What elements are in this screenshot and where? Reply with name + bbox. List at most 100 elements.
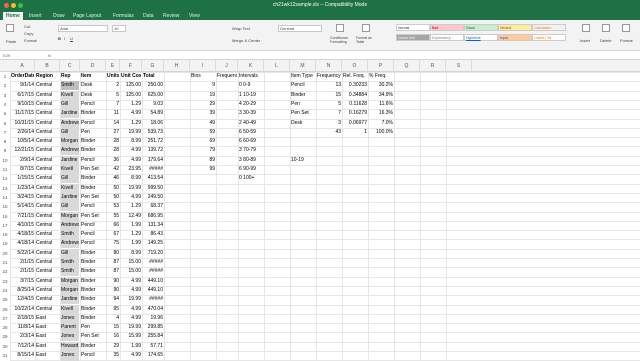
cell-o2[interactable]: 0.30233 <box>343 81 367 90</box>
formula-input[interactable] <box>58 52 638 59</box>
cell-a31[interactable]: 8/15/14 <box>11 351 34 360</box>
row-header-2[interactable]: 2 <box>0 81 10 90</box>
cell-f15[interactable]: 1.29 <box>121 202 141 211</box>
column-header-l[interactable]: L <box>264 60 290 72</box>
cell-i5[interactable]: 39 <box>191 109 215 118</box>
cell-k12[interactable]: 0 100+ <box>239 174 263 183</box>
cell-d9[interactable]: Binder <box>81 146 105 155</box>
cell-d28[interactable]: Pen <box>81 323 105 332</box>
row-header-20[interactable]: 20 <box>0 249 10 258</box>
row-header-6[interactable]: 6 <box>0 119 10 128</box>
cell-a23[interactable]: 3/7/15 <box>11 277 34 286</box>
merge-center-button[interactable]: Merge & Center <box>232 38 260 43</box>
cell-f21[interactable]: 15.00 <box>121 258 141 267</box>
format-cells-icon[interactable] <box>622 24 630 32</box>
row-header-11[interactable]: 11 <box>0 165 10 174</box>
column-header-e[interactable]: E <box>106 60 120 72</box>
cell-d23[interactable]: Binder <box>81 277 105 286</box>
cell-g1[interactable]: Total <box>143 72 163 81</box>
cell-b1[interactable]: Region <box>36 72 59 81</box>
column-header-j[interactable]: J <box>216 60 238 72</box>
cell-e18[interactable]: 67 <box>107 230 119 239</box>
format-as-table-button[interactable]: Format as Table <box>356 36 378 44</box>
cell-b25[interactable]: Central <box>36 295 59 304</box>
format-as-table-icon[interactable] <box>362 24 370 32</box>
cell-c14[interactable]: Jardine <box>61 192 79 202</box>
row-header-17[interactable]: 17 <box>0 221 10 230</box>
cell-g14[interactable]: 249.50 <box>143 193 163 202</box>
cell-c4[interactable]: Gill <box>61 99 79 109</box>
cell-f27[interactable]: 4.99 <box>121 314 141 323</box>
cell-f19[interactable]: 1.99 <box>121 239 141 248</box>
cell-e29[interactable]: 16 <box>107 332 119 341</box>
cell-p4[interactable]: 11.6% <box>369 100 393 109</box>
cell-m4[interactable]: Pen <box>291 100 315 109</box>
cell-m2[interactable]: Pencil <box>291 81 315 90</box>
delete-cells-button[interactable]: Delete <box>600 38 612 43</box>
cell-e15[interactable]: 53 <box>107 202 119 211</box>
number-format-select[interactable]: General <box>278 25 322 32</box>
cell-b28[interactable]: East <box>36 323 59 332</box>
cell-g19[interactable]: 149.25 <box>143 239 163 248</box>
cell-f9[interactable]: 4.99 <box>121 146 141 155</box>
row-header-31[interactable]: 31 <box>0 351 10 360</box>
cell-e28[interactable]: 15 <box>107 323 119 332</box>
cell-e1[interactable]: Units <box>107 72 119 81</box>
insert-cells-icon[interactable] <box>582 24 590 32</box>
conditional-formatting-icon[interactable] <box>336 24 344 32</box>
column-header-q[interactable]: Q <box>394 60 420 72</box>
cell-e6[interactable]: 14 <box>107 119 119 128</box>
format-painter-button[interactable]: Format <box>24 38 37 43</box>
font-name-select[interactable]: Arial <box>58 25 108 32</box>
cell-c24[interactable]: Morgan <box>61 285 79 295</box>
copy-button[interactable]: Copy <box>24 31 33 36</box>
style-hyperlink[interactable]: Hyperlink <box>464 34 498 41</box>
cell-a30[interactable]: 7/12/14 <box>11 342 34 351</box>
cell-f31[interactable]: 4.99 <box>121 351 141 360</box>
row-header-9[interactable]: 9 <box>0 146 10 155</box>
cell-f1[interactable]: Unit Cost <box>121 72 141 81</box>
cell-f20[interactable]: 8.99 <box>121 249 141 258</box>
cell-c13[interactable]: Kivell <box>61 183 79 193</box>
cell-i3[interactable]: 19 <box>191 91 215 100</box>
cell-e13[interactable]: 50 <box>107 184 119 193</box>
cell-f14[interactable]: 4.99 <box>121 193 141 202</box>
cell-a29[interactable]: 2/3/14 <box>11 332 34 341</box>
row-header-8[interactable]: 8 <box>0 137 10 146</box>
cell-g26[interactable]: 470.04 <box>143 305 163 314</box>
row-header-1[interactable]: 1 <box>0 72 10 81</box>
cell-e7[interactable]: 27 <box>107 128 119 137</box>
cell-b7[interactable]: Central <box>36 128 59 137</box>
paste-icon[interactable] <box>6 24 14 32</box>
cell-e22[interactable]: 87 <box>107 267 119 276</box>
cell-b13[interactable]: Central <box>36 184 59 193</box>
cell-b22[interactable]: Central <box>36 267 59 276</box>
cell-f12[interactable]: 8.99 <box>121 174 141 183</box>
cell-g17[interactable]: 131.34 <box>143 221 163 230</box>
row-header-10[interactable]: 10 <box>0 156 10 165</box>
row-header-16[interactable]: 16 <box>0 212 10 221</box>
cell-e31[interactable]: 35 <box>107 351 119 360</box>
cell-m6[interactable]: Desk <box>291 119 315 128</box>
cell-b26[interactable]: Central <box>36 305 59 314</box>
cell-f11[interactable]: 23.95 <box>121 165 141 174</box>
cell-k1[interactable]: Intervals <box>239 72 263 81</box>
cell-e2[interactable]: 2 <box>107 81 119 90</box>
cell-d26[interactable]: Binder <box>81 305 105 314</box>
row-header-26[interactable]: 26 <box>0 305 10 314</box>
cell-p6[interactable]: 7.0% <box>369 119 393 128</box>
format-cells-button[interactable]: Format <box>620 38 633 43</box>
cell-m10[interactable]: 10-19 <box>291 156 315 165</box>
cell-k10[interactable]: 3 80-89 <box>239 156 263 165</box>
cell-c30[interactable]: Howard <box>61 341 79 351</box>
style-bad[interactable]: Bad <box>430 24 464 31</box>
cell-d18[interactable]: Pencil <box>81 230 105 239</box>
cell-f7[interactable]: 19.99 <box>121 128 141 137</box>
cell-d22[interactable]: Binder <box>81 267 105 276</box>
cell-a5[interactable]: 11/17/15 <box>11 109 34 118</box>
column-header-f[interactable]: F <box>120 60 142 72</box>
cell-b19[interactable]: Central <box>36 239 59 248</box>
cell-k4[interactable]: 4 20-29 <box>239 100 263 109</box>
row-header-23[interactable]: 23 <box>0 277 10 286</box>
cell-b14[interactable]: Central <box>36 193 59 202</box>
